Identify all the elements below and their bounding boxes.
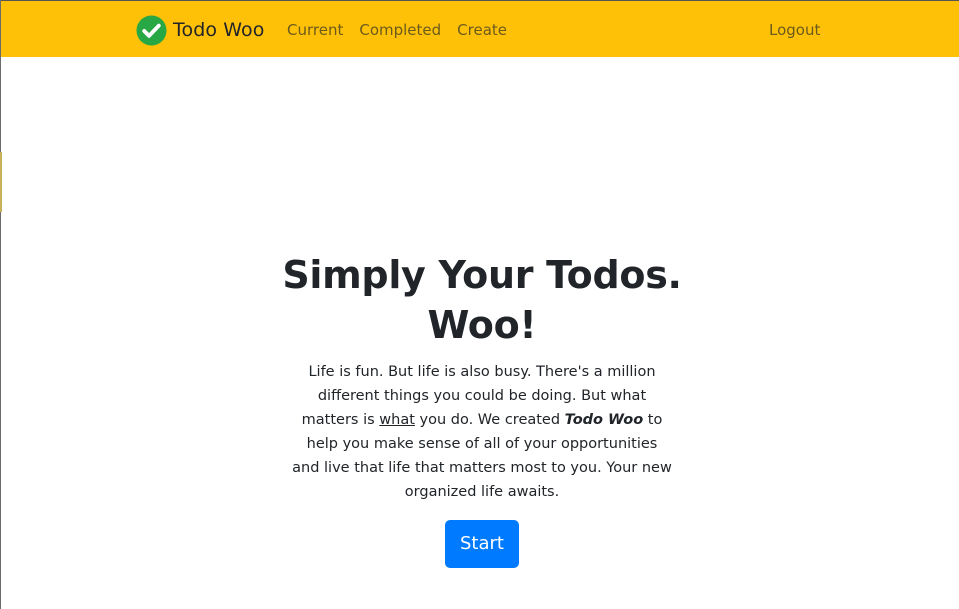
hero-text-underlined: what (379, 412, 415, 428)
nav-link-create[interactable]: Create (457, 20, 507, 40)
nav-link-current[interactable]: Current (287, 20, 343, 40)
top-navbar: Todo Woo Current Completed Create Logout (1, 0, 959, 57)
hero-title: Simply Your Todos. Woo! (282, 253, 682, 347)
brand-name: Todo Woo (173, 19, 265, 41)
nav-links: Current Completed Create (287, 20, 523, 40)
start-button[interactable]: Start (445, 520, 519, 568)
hero-text-brand: Todo Woo (564, 412, 644, 428)
logout-link[interactable]: Logout (769, 20, 820, 40)
hero-description: Life is fun. But life is also busy. Ther… (292, 360, 672, 504)
hero-section: Simply Your Todos. Woo! Life is fun. But… (282, 250, 682, 568)
hero-text-part2: you do. We created (414, 412, 565, 428)
check-circle-icon (136, 14, 167, 46)
nav-link-completed[interactable]: Completed (359, 20, 441, 40)
window-edge-marker (0, 152, 2, 212)
brand-link[interactable]: Todo Woo (136, 14, 264, 46)
